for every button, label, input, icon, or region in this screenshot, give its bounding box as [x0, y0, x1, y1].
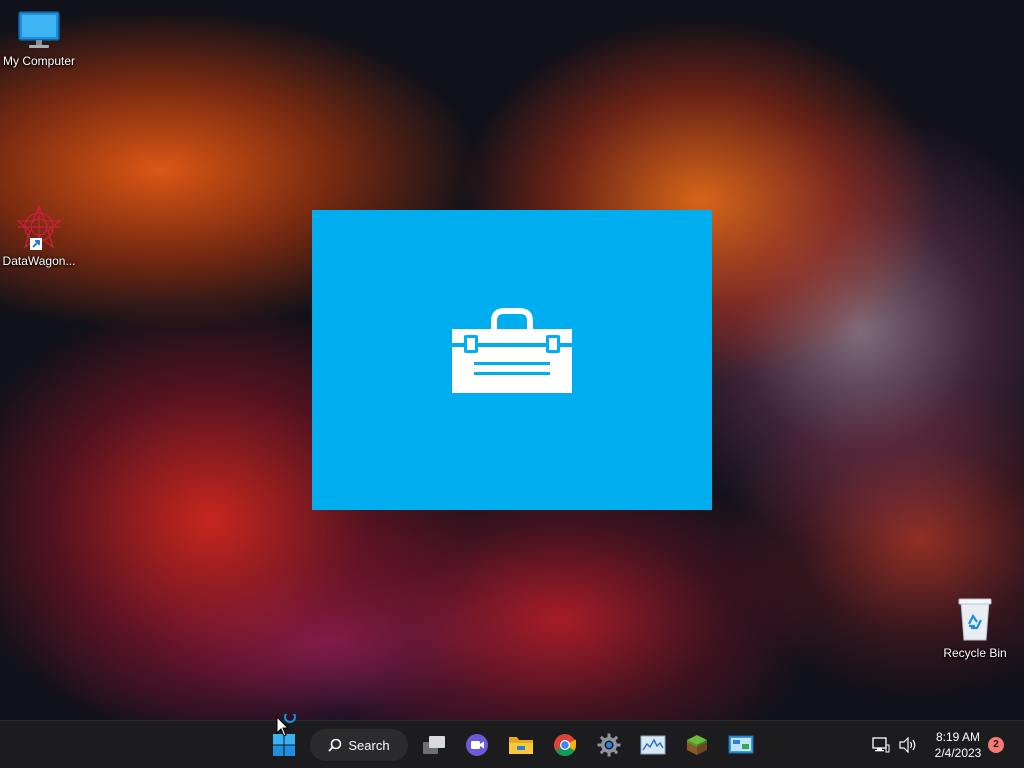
settings-button[interactable] — [593, 729, 625, 761]
performance-monitor-button[interactable] — [637, 729, 669, 761]
clock-time: 8:19 AM — [935, 730, 981, 744]
grass-block-icon — [687, 735, 707, 755]
desktop-icon-datawagon[interactable]: DataWagon... — [0, 204, 78, 268]
taskbar-search-box[interactable]: Search — [310, 729, 408, 761]
app-splash-screen — [312, 210, 712, 510]
performance-monitor-icon — [640, 735, 666, 755]
search-label: Search — [348, 737, 390, 753]
network-tray-button[interactable] — [866, 729, 896, 761]
desktop-icon-recycle-bin[interactable]: Recycle Bin — [936, 596, 1014, 660]
datawagon-icon — [16, 204, 62, 250]
desktop-icon-label: Recycle Bin — [943, 646, 1007, 660]
busy-cursor-icon — [276, 714, 296, 737]
desktop-icon-label: My Computer — [2, 54, 76, 68]
search-icon — [328, 738, 342, 752]
desktop-icon-my-computer[interactable]: My Computer — [0, 10, 78, 68]
volume-tray-button[interactable] — [894, 729, 922, 761]
chrome-button[interactable] — [549, 729, 581, 761]
recycle-bin-icon — [958, 598, 992, 641]
volume-icon — [899, 737, 916, 753]
monitor-icon — [18, 11, 60, 48]
desktop-icon-label: DataWagon... — [2, 254, 76, 268]
network-icon — [872, 737, 890, 753]
video-call-app-button[interactable] — [461, 729, 493, 761]
clock[interactable]: 8:19 AM 2/4/2023 — [926, 729, 990, 761]
folder-icon — [509, 737, 533, 754]
video-call-icon — [466, 734, 488, 756]
toolbox-icon — [452, 308, 572, 393]
file-explorer-button[interactable] — [505, 729, 537, 761]
control-panel-button[interactable] — [725, 729, 757, 761]
notification-badge[interactable]: 2 — [988, 737, 1004, 753]
chrome-icon — [554, 734, 576, 756]
task-view-button[interactable] — [418, 729, 450, 761]
clock-date: 2/4/2023 — [934, 746, 982, 760]
taskbar: Search 8:19 AM 2/4/2023 2 — [0, 720, 1024, 768]
task-view-icon — [423, 736, 445, 754]
gear-icon — [597, 733, 621, 757]
control-panel-icon — [728, 735, 754, 754]
minecraft-button[interactable] — [681, 729, 713, 761]
